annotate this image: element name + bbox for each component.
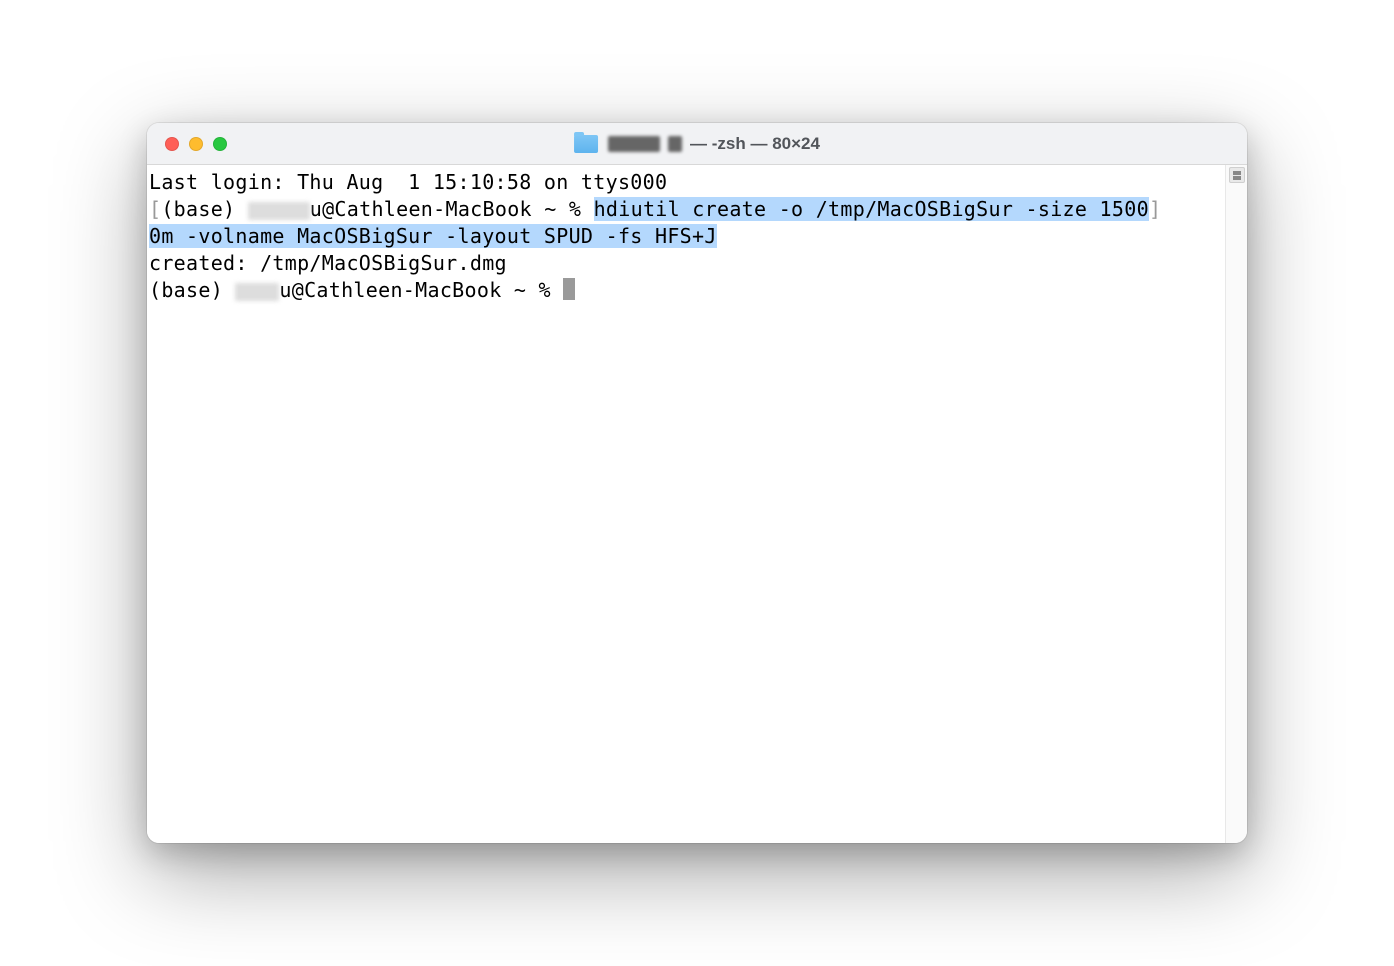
terminal-output[interactable]: Last login: Thu Aug 1 15:10:58 on ttys00… bbox=[147, 165, 1225, 843]
close-button[interactable] bbox=[165, 137, 179, 151]
output-line: created: /tmp/MacOSBigSur.dmg bbox=[149, 250, 1223, 277]
prompt-line-2: (base) u@Cathleen-MacBook ~ % bbox=[149, 277, 1223, 304]
titlebar[interactable]: — -zsh — 80×24 bbox=[147, 123, 1247, 165]
scrollbar[interactable] bbox=[1225, 165, 1247, 843]
terminal-window: — -zsh — 80×24 Last login: Thu Aug 1 15:… bbox=[147, 123, 1247, 843]
scroll-indicator-icon[interactable] bbox=[1229, 167, 1245, 183]
command-line-1: [(base) u@Cathleen-MacBook ~ % hdiutil c… bbox=[149, 196, 1223, 223]
folder-icon bbox=[574, 135, 598, 153]
title-redacted-label bbox=[608, 136, 660, 152]
command-text-2: 0m -volname MacOSBigSur -layout SPUD -fs… bbox=[149, 224, 717, 248]
traffic-lights bbox=[147, 137, 227, 151]
minimize-button[interactable] bbox=[189, 137, 203, 151]
maximize-button[interactable] bbox=[213, 137, 227, 151]
cursor bbox=[563, 278, 575, 300]
prompt-env-2: (base) bbox=[149, 278, 235, 302]
username-redacted bbox=[248, 202, 310, 220]
username-redacted-2 bbox=[235, 283, 279, 301]
window-title: — -zsh — 80×24 bbox=[574, 134, 820, 154]
prompt-env: (base) bbox=[161, 197, 247, 221]
title-redacted-label-2 bbox=[668, 136, 682, 152]
content-area: Last login: Thu Aug 1 15:10:58 on ttys00… bbox=[147, 165, 1247, 843]
command-text-1: hdiutil create -o /tmp/MacOSBigSur -size… bbox=[594, 197, 1149, 221]
last-login-line: Last login: Thu Aug 1 15:10:58 on ttys00… bbox=[149, 169, 1223, 196]
title-text: — -zsh — 80×24 bbox=[690, 134, 820, 154]
command-line-2: 0m -volname MacOSBigSur -layout SPUD -fs… bbox=[149, 223, 1223, 250]
prompt-hostpath: u@Cathleen-MacBook ~ % bbox=[310, 197, 594, 221]
prompt-hostpath-2: u@Cathleen-MacBook ~ % bbox=[279, 278, 563, 302]
